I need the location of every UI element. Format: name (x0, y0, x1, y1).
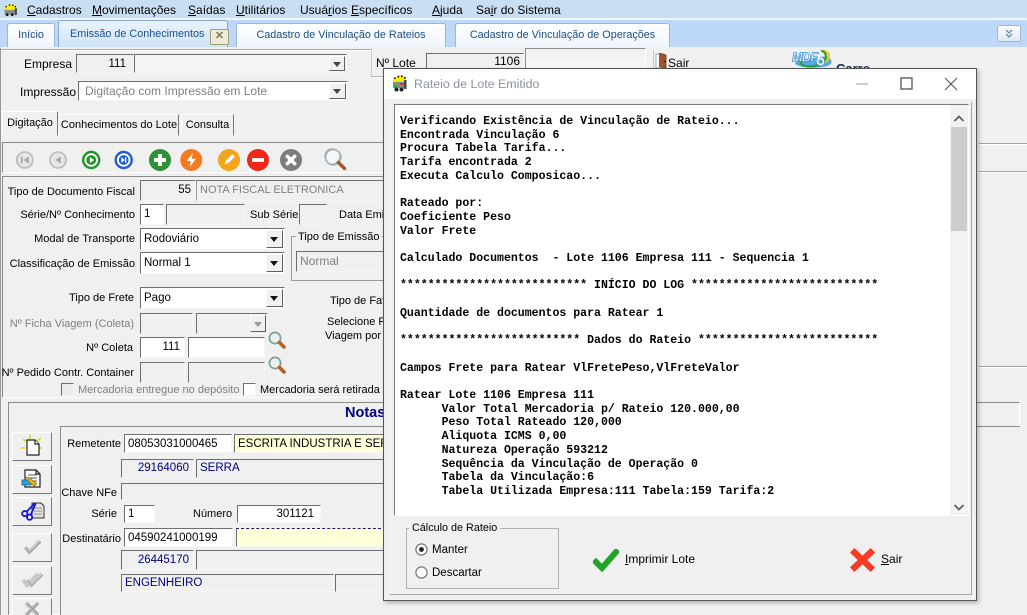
svg-text:MDF: MDF (792, 51, 818, 65)
